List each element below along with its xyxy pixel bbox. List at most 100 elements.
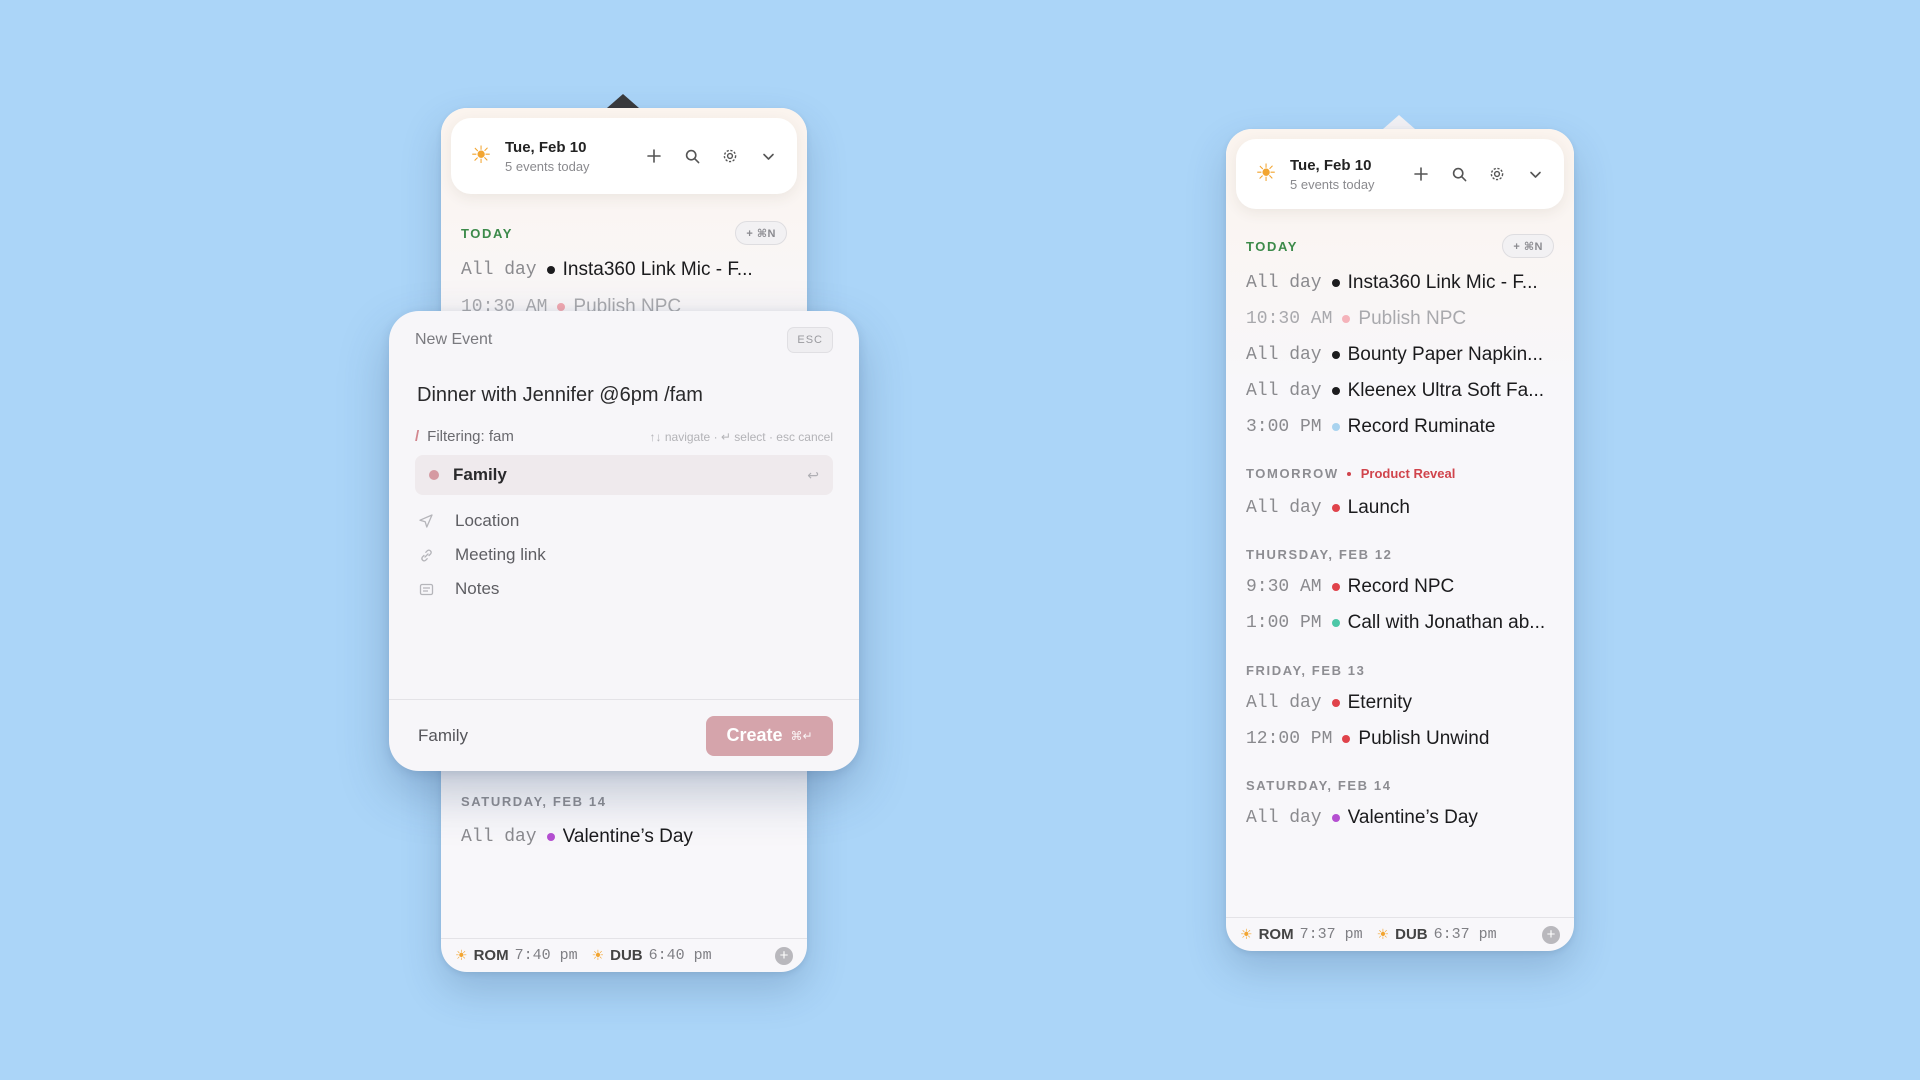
- plus-icon[interactable]: [643, 145, 665, 167]
- section-saturday-label: SATURDAY, FEB 14: [1246, 777, 1392, 793]
- meeting-link-field[interactable]: Meeting link: [417, 543, 546, 567]
- location-field[interactable]: Location: [417, 509, 519, 533]
- notes-icon: [417, 580, 435, 598]
- calendar-popover-right: ☀ Tue, Feb 10 5 events today TODAY + ⌘N …: [1226, 129, 1574, 951]
- event-time: 12:00 PM: [1246, 729, 1333, 749]
- event-row[interactable]: 10:30 AM Publish NPC: [1246, 304, 1560, 334]
- modal-footer: Family Create ⌘↵: [389, 699, 859, 771]
- esc-button[interactable]: ESC: [787, 327, 833, 353]
- filter-line: / Filtering: fam ↑↓ navigate · ↵ select …: [415, 428, 833, 445]
- gear-icon[interactable]: [719, 145, 741, 167]
- plus-icon[interactable]: [1410, 163, 1432, 185]
- event-row[interactable]: All day Launch: [1246, 493, 1560, 523]
- event-row[interactable]: 12:00 PM Publish Unwind: [1246, 724, 1560, 754]
- create-label: Create: [726, 725, 783, 745]
- chevron-down-icon[interactable]: [757, 145, 779, 167]
- event-time: 1:00 PM: [1246, 613, 1322, 633]
- event-title: Call with Jonathan ab...: [1347, 612, 1546, 633]
- add-clock-icon[interactable]: +: [775, 946, 793, 965]
- event-dot: [546, 266, 555, 274]
- event-title: Record Ruminate: [1347, 416, 1496, 437]
- clock-city: ROM: [473, 947, 509, 964]
- event-title: Publish Unwind: [1358, 728, 1490, 749]
- event-dot: [1331, 619, 1340, 627]
- section-tomorrow: TOMORROW Product Reveal: [1246, 463, 1554, 483]
- create-button[interactable]: Create ⌘↵: [706, 715, 833, 756]
- event-row[interactable]: All day Eternity: [1246, 688, 1560, 718]
- notes-field[interactable]: Notes: [417, 577, 499, 601]
- clock-time: 7:37 pm: [1299, 926, 1363, 943]
- field-label: Notes: [455, 579, 500, 598]
- filter-label: Filtering: fam: [427, 428, 514, 445]
- event-dot: [1331, 583, 1340, 591]
- event-row[interactable]: 3:00 PM Record Ruminate: [1246, 412, 1560, 442]
- event-input[interactable]: Dinner with Jennifer @6pm /fam: [417, 384, 703, 407]
- clock-city: DUB: [1395, 926, 1428, 943]
- event-dot: [1331, 699, 1340, 707]
- event-dot: [1331, 814, 1340, 822]
- clock-city: DUB: [610, 947, 643, 964]
- header-card: ☀ Tue, Feb 10 5 events today: [1236, 139, 1564, 209]
- event-dot: [1331, 387, 1340, 395]
- header-date: Tue, Feb 10: [505, 138, 587, 156]
- event-time: All day: [461, 827, 537, 847]
- event-time: All day: [461, 260, 537, 280]
- search-icon[interactable]: [681, 145, 703, 167]
- event-time: 3:00 PM: [1246, 417, 1322, 437]
- sun-icon: ☀: [470, 142, 492, 169]
- event-row[interactable]: All day Insta360 Link Mic - F...: [1246, 268, 1560, 298]
- calendar-option-family[interactable]: Family ↩: [415, 455, 833, 495]
- event-title: Eternity: [1347, 692, 1413, 713]
- event-row[interactable]: 9:30 AM Record NPC: [1246, 572, 1560, 602]
- event-time: All day: [1246, 498, 1322, 518]
- calendar-color-dot: [429, 470, 439, 480]
- header-subtitle: 5 events today: [1290, 176, 1375, 192]
- header-card: ☀ Tue, Feb 10 5 events today: [451, 118, 797, 194]
- modal-title: New Event: [415, 331, 493, 348]
- sun-icon: ☀: [591, 947, 605, 963]
- header-subtitle: 5 events today: [505, 158, 590, 174]
- event-row[interactable]: All day Insta360 Link Mic - F...: [461, 255, 793, 285]
- field-label: Location: [455, 511, 520, 530]
- location-icon: [417, 512, 435, 530]
- section-today-label: TODAY: [1246, 238, 1299, 254]
- world-clock-footer: ☀ ROM 7:37 pm ☀ DUB 6:37 pm +: [1226, 917, 1574, 951]
- section-saturday: SATURDAY, FEB 14: [1246, 775, 1554, 795]
- clock-time: 6:40 pm: [648, 947, 712, 964]
- popover-arrow: [1383, 115, 1415, 129]
- chevron-down-icon[interactable]: [1524, 163, 1546, 185]
- slash-icon: /: [415, 428, 420, 445]
- event-row[interactable]: All day Valentine’s Day: [461, 822, 793, 852]
- gear-icon[interactable]: [1486, 163, 1508, 185]
- event-title: Publish NPC: [1358, 308, 1467, 329]
- section-today: TODAY + ⌘N: [1246, 233, 1554, 259]
- event-title: Record NPC: [1347, 576, 1455, 597]
- link-icon: [417, 546, 435, 564]
- sun-icon: ☀: [455, 947, 468, 963]
- clock-time: 6:37 pm: [1433, 926, 1497, 943]
- add-event-shortcut[interactable]: + ⌘N: [735, 221, 787, 245]
- event-time: 9:30 AM: [1246, 577, 1322, 597]
- event-title: Launch: [1347, 497, 1410, 518]
- field-label: Meeting link: [455, 545, 546, 564]
- event-title: Valentine’s Day: [562, 826, 693, 847]
- section-saturday-label: SATURDAY, FEB 14: [461, 793, 607, 809]
- add-clock-icon[interactable]: +: [1542, 925, 1560, 944]
- event-dot: [546, 833, 555, 841]
- section-friday: FRIDAY, FEB 13: [1246, 660, 1554, 680]
- section-today-label: TODAY: [461, 225, 514, 241]
- event-row[interactable]: All day Kleenex Ultra Soft Fa...: [1246, 376, 1560, 406]
- header-date: Tue, Feb 10: [1290, 156, 1372, 174]
- add-event-shortcut[interactable]: + ⌘N: [1502, 234, 1554, 258]
- tomorrow-tag: Product Reveal: [1346, 466, 1455, 481]
- event-title: Bounty Paper Napkin...: [1347, 344, 1544, 365]
- new-event-modal: New Event ESC Dinner with Jennifer @6pm …: [389, 311, 859, 771]
- event-row[interactable]: All day Bounty Paper Napkin...: [1246, 340, 1560, 370]
- selected-calendar[interactable]: Family: [418, 726, 468, 746]
- search-icon[interactable]: [1448, 163, 1470, 185]
- return-icon: ↩: [807, 466, 819, 483]
- event-row[interactable]: 1:00 PM Call with Jonathan ab...: [1246, 608, 1560, 638]
- section-thursday: THURSDAY, FEB 12: [1246, 544, 1554, 564]
- event-row[interactable]: All day Valentine’s Day: [1246, 803, 1560, 833]
- clock-city: ROM: [1258, 926, 1294, 943]
